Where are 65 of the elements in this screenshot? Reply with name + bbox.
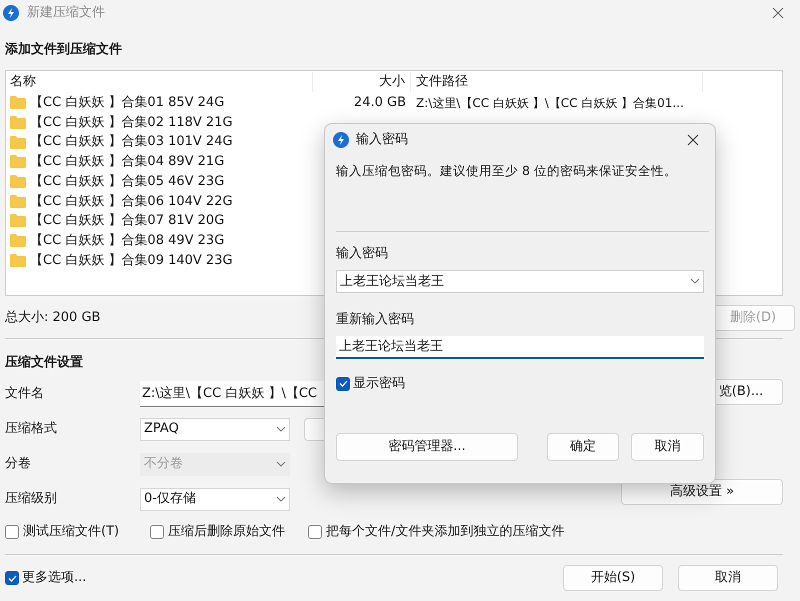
file-name[interactable]: 【CC 白妖妖 】合集08 49V 23G	[30, 230, 224, 250]
checkbox-label[interactable]: 把每个文件/文件夹添加到独立的压缩文件	[326, 522, 564, 542]
checkbox-label[interactable]: 测试压缩文件(T)	[23, 522, 120, 542]
chevron-down-icon	[690, 278, 700, 284]
folder-icon	[10, 155, 26, 168]
folder-icon	[10, 234, 26, 248]
total-size: 总大小: 200 GB	[5, 309, 100, 328]
close-icon[interactable]	[687, 134, 699, 146]
cancel-button[interactable]: 取消	[631, 432, 704, 461]
checkbox[interactable]	[5, 571, 19, 585]
folder-icon	[10, 194, 26, 208]
field-label: 重新输入密码	[336, 310, 415, 328]
folder-icon	[10, 214, 26, 228]
folder-icon	[10, 136, 26, 149]
folder-icon	[10, 96, 26, 110]
select-field[interactable]: ZPAQ	[140, 418, 290, 440]
field-label: 分卷	[5, 455, 32, 474]
field-label: 压缩级别	[5, 490, 58, 508]
checkbox-label[interactable]: 显示密码	[353, 374, 405, 394]
file-name[interactable]: 【CC 白妖妖 】合集02 118V 21G	[30, 112, 233, 132]
checkbox[interactable]	[5, 525, 19, 539]
check-icon	[338, 380, 348, 388]
file-name[interactable]: 【CC 白妖妖 】合集06 104V 22G	[30, 192, 233, 212]
dialog-title: 输入密码	[356, 131, 408, 150]
confirm-password-field[interactable]: 上老王论坛当老王	[336, 336, 704, 359]
checkbox[interactable]	[308, 525, 322, 539]
folder-icon	[10, 254, 26, 267]
chevron-down-icon	[276, 426, 286, 432]
ok-button[interactable]: 确定	[547, 432, 619, 461]
app-logo-icon	[3, 5, 19, 21]
checkbox-label[interactable]: 更多选项...	[22, 568, 86, 588]
folder-icon	[10, 116, 26, 130]
column-header[interactable]: 文件路径	[411, 72, 703, 92]
file-name[interactable]: 【CC 白妖妖 】合集04 89V 21G	[30, 152, 224, 172]
checkbox[interactable]	[150, 525, 164, 539]
select-field: 不分卷	[140, 452, 290, 476]
file-path: Z:\这里\【CC 白妖妖 】\【CC 白妖妖 】合集01...	[415, 94, 685, 112]
dialog-message: 输入压缩包密码。建议使用至少 8 位的密码来保证安全性。	[336, 162, 678, 180]
window-title: 新建压缩文件	[27, 4, 105, 22]
start-button[interactable]: 开始(S)	[563, 565, 663, 591]
password-field[interactable]: 上老王论坛当老王	[336, 270, 704, 293]
field-label: 输入密码	[336, 244, 389, 262]
file-name[interactable]: 【CC 白妖妖 】合集05 46V 23G	[30, 172, 224, 192]
chevron-down-icon	[276, 461, 286, 467]
file-name[interactable]: 【CC 白妖妖 】合集09 140V 23G	[30, 250, 233, 270]
file-size: 24.0 GB	[352, 94, 407, 112]
section-heading: 添加文件到压缩文件	[5, 40, 123, 59]
field-label: 压缩格式	[5, 420, 58, 438]
column-header[interactable]: 大小	[313, 72, 411, 92]
file-name[interactable]: 【CC 白妖妖 】合集07 81V 20G	[30, 211, 224, 231]
chevron-down-icon	[276, 496, 286, 502]
section-heading: 压缩文件设置	[5, 354, 84, 372]
field-label: 文件名	[5, 385, 45, 404]
file-name[interactable]: 【CC 白妖妖 】合集01 85V 24G	[30, 93, 224, 113]
cancel-button[interactable]: 取消	[678, 565, 778, 591]
select-field[interactable]: 0-仅存储	[140, 488, 290, 510]
check-icon	[8, 574, 16, 582]
file-name[interactable]: 【CC 白妖妖 】合集03 101V 24G	[30, 132, 233, 152]
app-logo-icon	[333, 132, 349, 148]
checkbox[interactable]	[336, 376, 350, 391]
column-header[interactable]: 名称	[6, 72, 313, 92]
close-icon[interactable]	[772, 7, 784, 19]
password-manager-button[interactable]: 密码管理器...	[336, 432, 518, 461]
checkbox-label[interactable]: 压缩后删除原始文件	[168, 522, 285, 542]
folder-icon	[10, 175, 26, 188]
